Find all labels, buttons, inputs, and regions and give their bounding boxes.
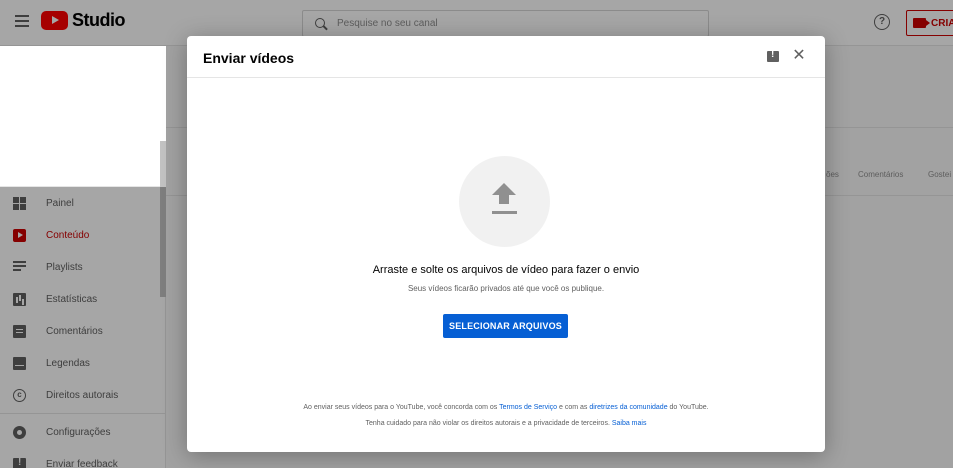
terms-text-prefix: Ao enviar seus vídeos para o YouTube, vo… — [303, 404, 500, 411]
learn-more-link[interactable]: Saiba mais — [612, 420, 647, 427]
community-guidelines-link[interactable]: diretrizes da comunidade — [589, 404, 667, 411]
upload-dropzone-icon[interactable] — [459, 156, 550, 247]
copyright-text: Tenha cuidado para não violar os direito… — [365, 420, 612, 427]
close-icon[interactable]: ✕ — [791, 48, 807, 64]
copyright-notice: Tenha cuidado para não violar os direito… — [187, 420, 825, 427]
upload-baseline — [492, 211, 517, 214]
dialog-title: Enviar vídeos — [203, 50, 295, 66]
dialog-header: Enviar vídeos ✕ — [187, 36, 825, 78]
dropzone-subtext: Seus vídeos ficarão privados até que voc… — [407, 284, 605, 293]
upload-arrow-stem — [499, 194, 509, 204]
channel-panel — [0, 46, 166, 187]
feedback-icon[interactable] — [767, 49, 779, 62]
terms-notice: Ao enviar seus vídeos para o YouTube, vo… — [187, 404, 825, 411]
terms-text-middle: e com as — [557, 404, 590, 411]
upload-dialog: Enviar vídeos ✕ Arraste e solte os arqui… — [187, 36, 825, 452]
select-files-button[interactable]: SELECIONAR ARQUIVOS — [443, 314, 568, 338]
terms-text-suffix: do YouTube. — [667, 404, 709, 411]
dropzone-instruction: Arraste e solte os arquivos de vídeo par… — [372, 264, 640, 276]
terms-of-service-link[interactable]: Termos de Serviço — [499, 404, 557, 411]
